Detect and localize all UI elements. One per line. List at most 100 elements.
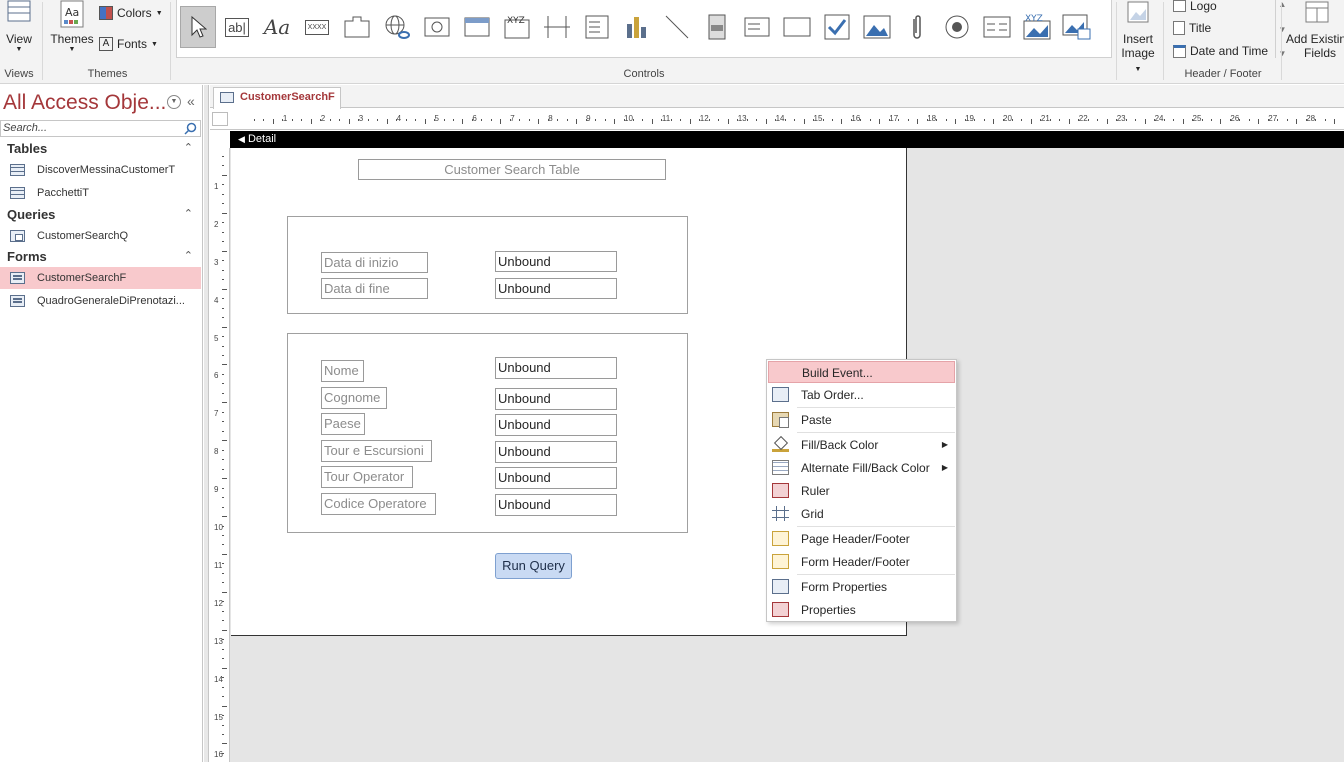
table-icon xyxy=(10,187,25,199)
hyperlink-control[interactable] xyxy=(379,6,415,48)
nav-item-form-active[interactable]: CustomerSearchF xyxy=(0,267,201,289)
tour-operator-input[interactable]: Unbound xyxy=(495,467,617,489)
nav-item-query[interactable]: CustomerSearchQ xyxy=(0,225,201,247)
date-end-input[interactable]: Unbound xyxy=(495,278,617,299)
label-control[interactable]: Aa xyxy=(259,6,295,48)
nav-item-table[interactable]: DiscoverMessinaCustomerT xyxy=(0,159,201,181)
ruler-tick-mark xyxy=(222,345,224,347)
nav-category-tables[interactable]: Tables ⌃ xyxy=(7,141,197,156)
line-control[interactable] xyxy=(659,6,695,48)
table-icon xyxy=(10,164,25,176)
chart-control[interactable] xyxy=(619,6,655,48)
codice-operatore-input[interactable]: Unbound xyxy=(495,494,617,516)
list-box-control[interactable] xyxy=(739,6,775,48)
view-button[interactable]: View ▼ xyxy=(2,0,36,64)
paese-input[interactable]: Unbound xyxy=(495,414,617,436)
menu-item-alternate-fill[interactable]: Alternate Fill/Back Color ▶ xyxy=(768,457,955,479)
nav-category-forms[interactable]: Forms ⌃ xyxy=(7,249,197,264)
combo-box-control[interactable] xyxy=(579,6,615,48)
colors-button[interactable]: Colors ▼ xyxy=(99,6,163,20)
nav-item-form[interactable]: QuadroGeneraleDiPrenotazi... xyxy=(0,290,201,312)
menu-item-ruler[interactable]: Ruler xyxy=(768,480,955,502)
query-icon xyxy=(10,230,25,242)
cognome-label[interactable]: Cognome xyxy=(321,387,387,409)
menu-item-fill-back-color[interactable]: Fill/Back Color ▶ xyxy=(768,434,955,456)
attachment-control[interactable] xyxy=(899,6,935,48)
paese-label[interactable]: Paese xyxy=(321,413,365,435)
menu-item-page-header-footer[interactable]: Page Header/Footer xyxy=(768,528,955,550)
collapse-pane-icon[interactable]: « xyxy=(187,93,195,109)
pointer-icon xyxy=(191,15,207,38)
menu-item-properties[interactable]: Properties xyxy=(768,599,955,621)
ruler-tick-mark xyxy=(222,354,224,356)
run-query-button[interactable]: Run Query xyxy=(495,553,572,579)
unbound-object-control[interactable] xyxy=(1059,6,1095,48)
menu-separator xyxy=(797,407,955,408)
option-button-control[interactable] xyxy=(939,6,975,48)
form-properties-icon xyxy=(772,579,789,594)
toggle-button-control[interactable] xyxy=(699,6,735,48)
option-group-control[interactable]: XYZ xyxy=(499,6,535,48)
collapse-chevron-icon[interactable]: ⌃ xyxy=(184,141,193,154)
form-title-label[interactable]: Customer Search Table xyxy=(358,159,666,180)
image-control[interactable] xyxy=(859,6,895,48)
nav-menu-dropdown-icon[interactable]: ▼ xyxy=(167,95,181,109)
subform-control[interactable] xyxy=(979,6,1015,48)
ruler-corner-selector[interactable] xyxy=(212,112,228,126)
web-browser-control[interactable] xyxy=(419,6,455,48)
ruler-tick-mark xyxy=(222,364,227,366)
nav-search-input[interactable]: Search... xyxy=(0,120,201,137)
document-tab[interactable]: CustomerSearchF xyxy=(213,87,341,109)
button-control[interactable]: XXXX xyxy=(299,6,335,48)
tour-operator-label[interactable]: Tour Operator xyxy=(321,466,413,488)
nav-item-table[interactable]: PacchettiT xyxy=(0,182,201,204)
check-box-control[interactable] xyxy=(819,6,855,48)
date-end-label[interactable]: Data di fine xyxy=(321,278,428,299)
ruler-icon xyxy=(772,483,789,498)
ruler-tick-mark xyxy=(1201,119,1203,121)
menu-item-grid[interactable]: Grid xyxy=(768,503,955,525)
fonts-button[interactable]: A Fonts ▼ xyxy=(99,37,158,51)
cognome-input[interactable]: Unbound xyxy=(495,388,617,410)
insert-image-button[interactable]: Insert Image ▼ xyxy=(1118,0,1158,73)
ruler-tick-mark xyxy=(718,119,720,121)
textbox-control[interactable]: ab| xyxy=(219,6,255,48)
ruler-tick-mark xyxy=(222,715,224,717)
themes-button[interactable]: Aa Themes ▼ xyxy=(50,0,94,64)
nome-input[interactable]: Unbound xyxy=(495,357,617,379)
ruler-tick-label: 2 xyxy=(214,219,219,229)
logo-button[interactable]: Logo xyxy=(1173,0,1217,13)
date-start-input[interactable]: Unbound xyxy=(495,251,617,272)
date-start-label[interactable]: Data di inizio xyxy=(321,252,428,273)
fonts-label: Fonts xyxy=(117,37,148,51)
rectangle-control[interactable] xyxy=(779,6,815,48)
collapse-chevron-icon[interactable]: ⌃ xyxy=(184,249,193,262)
pane-splitter[interactable] xyxy=(204,85,209,762)
search-icon[interactable] xyxy=(184,122,197,135)
tour-escursioni-input[interactable]: Unbound xyxy=(495,441,617,463)
navigation-control[interactable] xyxy=(459,6,495,48)
page-break-control[interactable] xyxy=(539,6,575,48)
menu-item-form-header-footer[interactable]: Form Header/Footer xyxy=(768,551,955,573)
nome-label[interactable]: Nome xyxy=(321,360,364,382)
select-pointer-control[interactable] xyxy=(180,6,216,48)
nav-pane-title[interactable]: All Access Obje... xyxy=(3,91,166,115)
menu-item-build-event[interactable]: Build Event... xyxy=(768,361,955,383)
bound-object-control[interactable]: XYZ xyxy=(1019,6,1055,48)
collapse-chevron-icon[interactable]: ⌃ xyxy=(184,207,193,220)
ruler-tick-mark xyxy=(623,119,625,121)
title-button[interactable]: Title xyxy=(1173,21,1211,35)
menu-item-tab-order[interactable]: Tab Order... xyxy=(768,384,955,406)
menu-item-paste[interactable]: Paste xyxy=(768,409,955,431)
date-time-button[interactable]: Date and Time xyxy=(1173,44,1268,58)
detail-section-bar[interactable]: ◀ Detail xyxy=(230,131,1344,148)
ruler-tick-mark xyxy=(784,119,786,121)
codice-operatore-label[interactable]: Codice Operatore xyxy=(321,493,436,515)
tab-control[interactable] xyxy=(339,6,375,48)
ruler-tick-mark xyxy=(756,119,758,121)
tour-escursioni-label[interactable]: Tour e Escursioni xyxy=(321,440,432,462)
nav-category-queries[interactable]: Queries ⌃ xyxy=(7,207,197,222)
add-existing-fields-button[interactable]: Add Existin Fields xyxy=(1286,0,1344,64)
menu-item-form-properties[interactable]: Form Properties xyxy=(768,576,955,598)
ruler-tick-mark xyxy=(222,497,224,499)
